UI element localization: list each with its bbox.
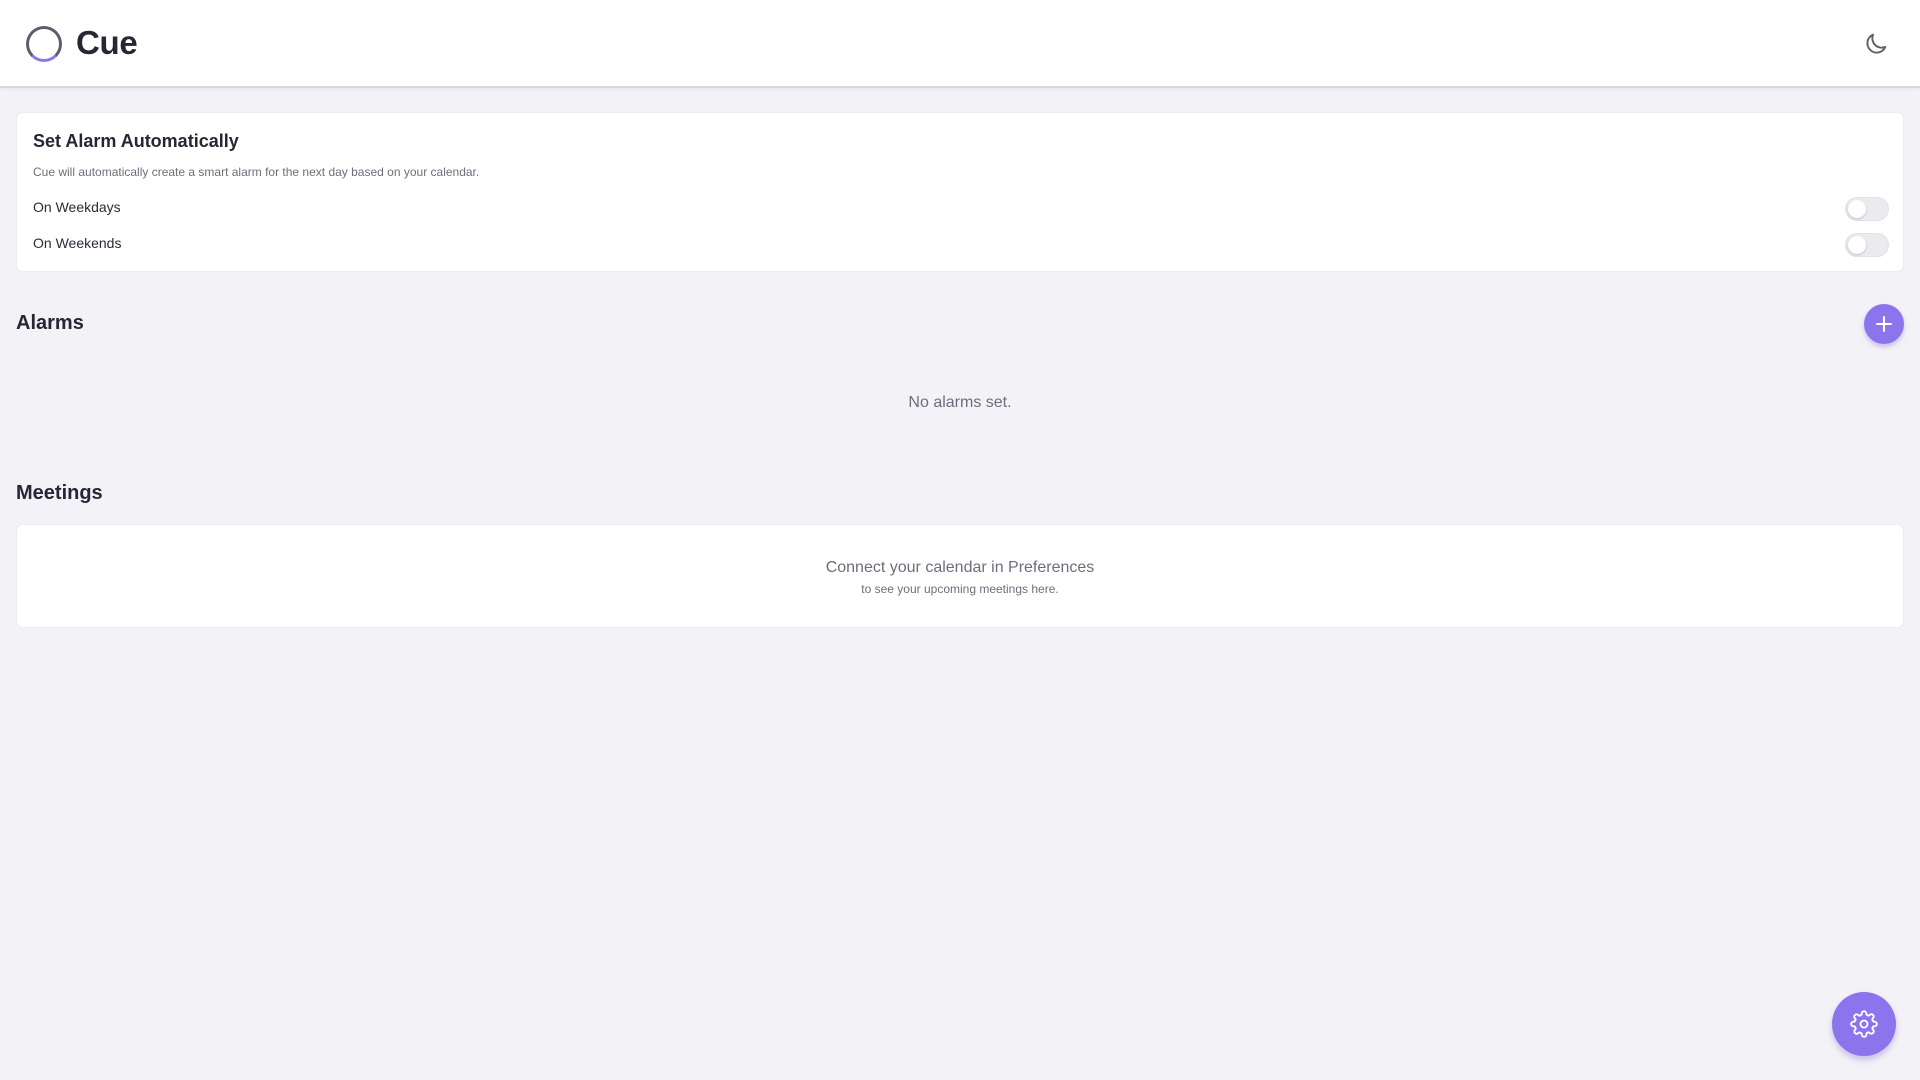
alarms-empty-text: No alarms set. [908,394,1012,411]
meetings-card: Connect your calendar in Preferences to … [16,524,1904,628]
auto-alarm-description: Cue will automatically create a smart al… [33,165,480,179]
app-title: Cue [76,24,138,61]
app-header: Cue [0,0,1920,88]
auto-alarm-card: Set Alarm Automatically Cue will automat… [16,112,1904,272]
add-alarm-button[interactable] [1864,304,1904,344]
auto-alarm-title: Set Alarm Automatically [33,131,239,151]
alarms-title: Alarms [16,312,84,334]
toggle-knob [1848,236,1866,254]
weekends-toggle[interactable] [1845,233,1889,257]
meetings-title: Meetings [16,482,103,504]
logo-icon [26,26,62,62]
meetings-message: Connect your calendar in Preferences [825,559,1095,576]
theme-toggle-button[interactable] [1862,30,1890,58]
moon-icon [1866,33,1887,54]
weekdays-label: On Weekdays [33,199,121,215]
toggle-knob [1848,200,1866,218]
weekdays-toggle[interactable] [1845,197,1889,221]
gear-icon [1850,1010,1878,1038]
plus-icon [1876,316,1892,332]
meetings-submessage: to see your upcoming meetings here. [861,582,1059,596]
settings-button[interactable] [1832,992,1896,1056]
weekends-label: On Weekends [33,235,122,251]
